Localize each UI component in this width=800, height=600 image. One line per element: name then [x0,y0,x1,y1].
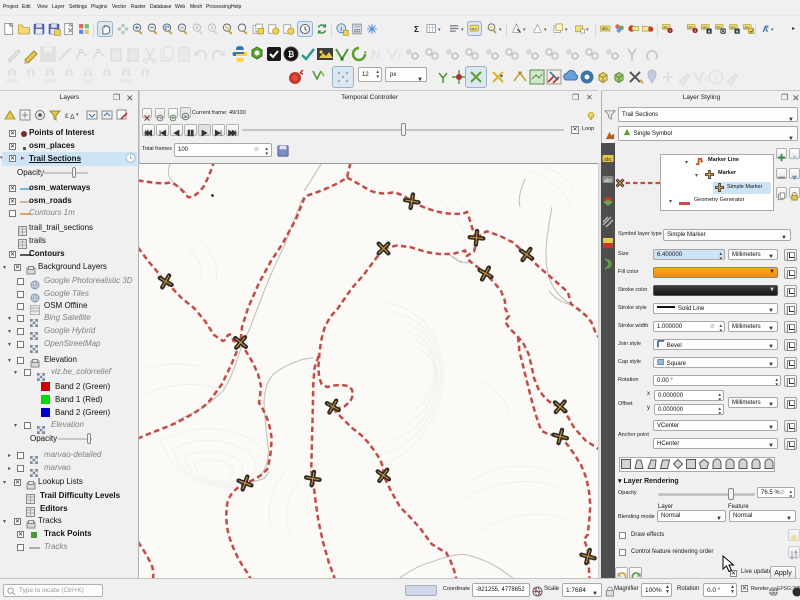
svg-text:₿: ₿ [288,50,295,59]
svg-text:N: N [371,47,380,62]
svg-text:Δ: Δ [70,114,75,121]
svg-text:abc: abc [471,26,477,31]
svg-text:abc: abc [602,26,609,31]
svg-text:ε: ε [65,111,69,120]
svg-text:i: i [715,73,717,83]
svg-text:i: i [340,26,342,33]
svg-text:abc: abc [604,178,613,184]
svg-text:abc: abc [604,157,613,163]
svg-text:Σ: Σ [414,24,419,34]
